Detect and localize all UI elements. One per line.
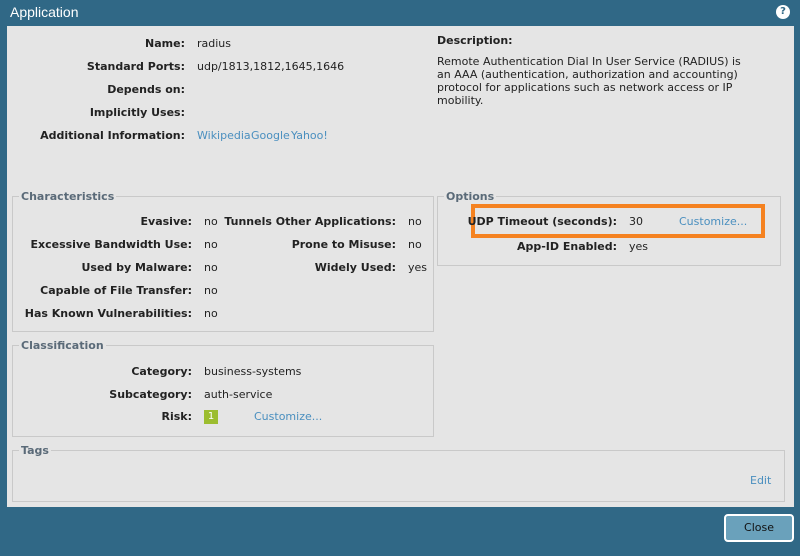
description-text: Remote Authentication Dial In User Servi… [437, 55, 741, 107]
tags-edit-link[interactable]: Edit [750, 474, 771, 487]
evasive-value: no [204, 215, 218, 228]
risk-customize-link[interactable]: Customize... [254, 410, 322, 423]
file-transfer-value: no [204, 284, 218, 297]
widely-used-label: Widely Used: [314, 261, 396, 274]
vulnerabilities-value: no [204, 307, 218, 320]
additional-label: Additional Information: [40, 129, 185, 142]
subcategory-value: auth-service [204, 388, 273, 401]
malware-value: no [204, 261, 218, 274]
subcategory-label: Subcategory: [109, 388, 192, 401]
vulnerabilities-label: Has Known Vulnerabilities: [24, 307, 192, 320]
udp-timeout-value: 30 [629, 215, 643, 228]
name-label: Name: [145, 37, 185, 50]
widely-used-value: yes [408, 261, 428, 274]
file-transfer-label: Capable of File Transfer: [40, 284, 192, 297]
misuse-value: no [408, 238, 422, 251]
risk-label: Risk: [161, 410, 192, 423]
google-link[interactable]: Google [251, 129, 290, 142]
category-label: Category: [131, 365, 192, 378]
bandwidth-label: Excessive Bandwidth Use: [30, 238, 193, 251]
misuse-label: Prone to Misuse: [291, 238, 396, 251]
ports-value: udp/1813,1812,1645,1646 [197, 60, 345, 73]
risk-badge: 1 [204, 410, 218, 424]
wikipedia-link[interactable]: Wikipedia [197, 129, 251, 142]
bandwidth-value: no [204, 238, 218, 251]
tunnels-value: no [408, 215, 422, 228]
udp-customize-link[interactable]: Customize... [679, 215, 747, 228]
tags-title: Tags [21, 444, 49, 457]
implicit-label: Implicitly Uses: [89, 106, 185, 119]
characteristics-title: Characteristics [21, 190, 115, 203]
depends-label: Depends on: [107, 83, 185, 96]
name-value: radius [197, 37, 232, 50]
tags-group: Tags [12, 444, 785, 502]
tunnels-label: Tunnels Other Applications: [224, 215, 396, 228]
evasive-label: Evasive: [140, 215, 192, 228]
window-title: Application [10, 4, 79, 20]
yahoo-link[interactable]: Yahoo! [291, 129, 328, 142]
close-button[interactable]: Close [724, 514, 794, 542]
appid-value: yes [629, 240, 649, 253]
options-title: Options [446, 190, 495, 203]
classification-title: Classification [21, 339, 104, 352]
appid-label: App-ID Enabled: [516, 240, 617, 253]
malware-label: Used by Malware: [81, 261, 192, 274]
ports-label: Standard Ports: [86, 60, 185, 73]
udp-timeout-label: UDP Timeout (seconds): [467, 215, 617, 228]
description-label: Description: [437, 34, 513, 47]
category-value: business-systems [204, 365, 302, 378]
help-icon[interactable]: ? [776, 5, 790, 19]
